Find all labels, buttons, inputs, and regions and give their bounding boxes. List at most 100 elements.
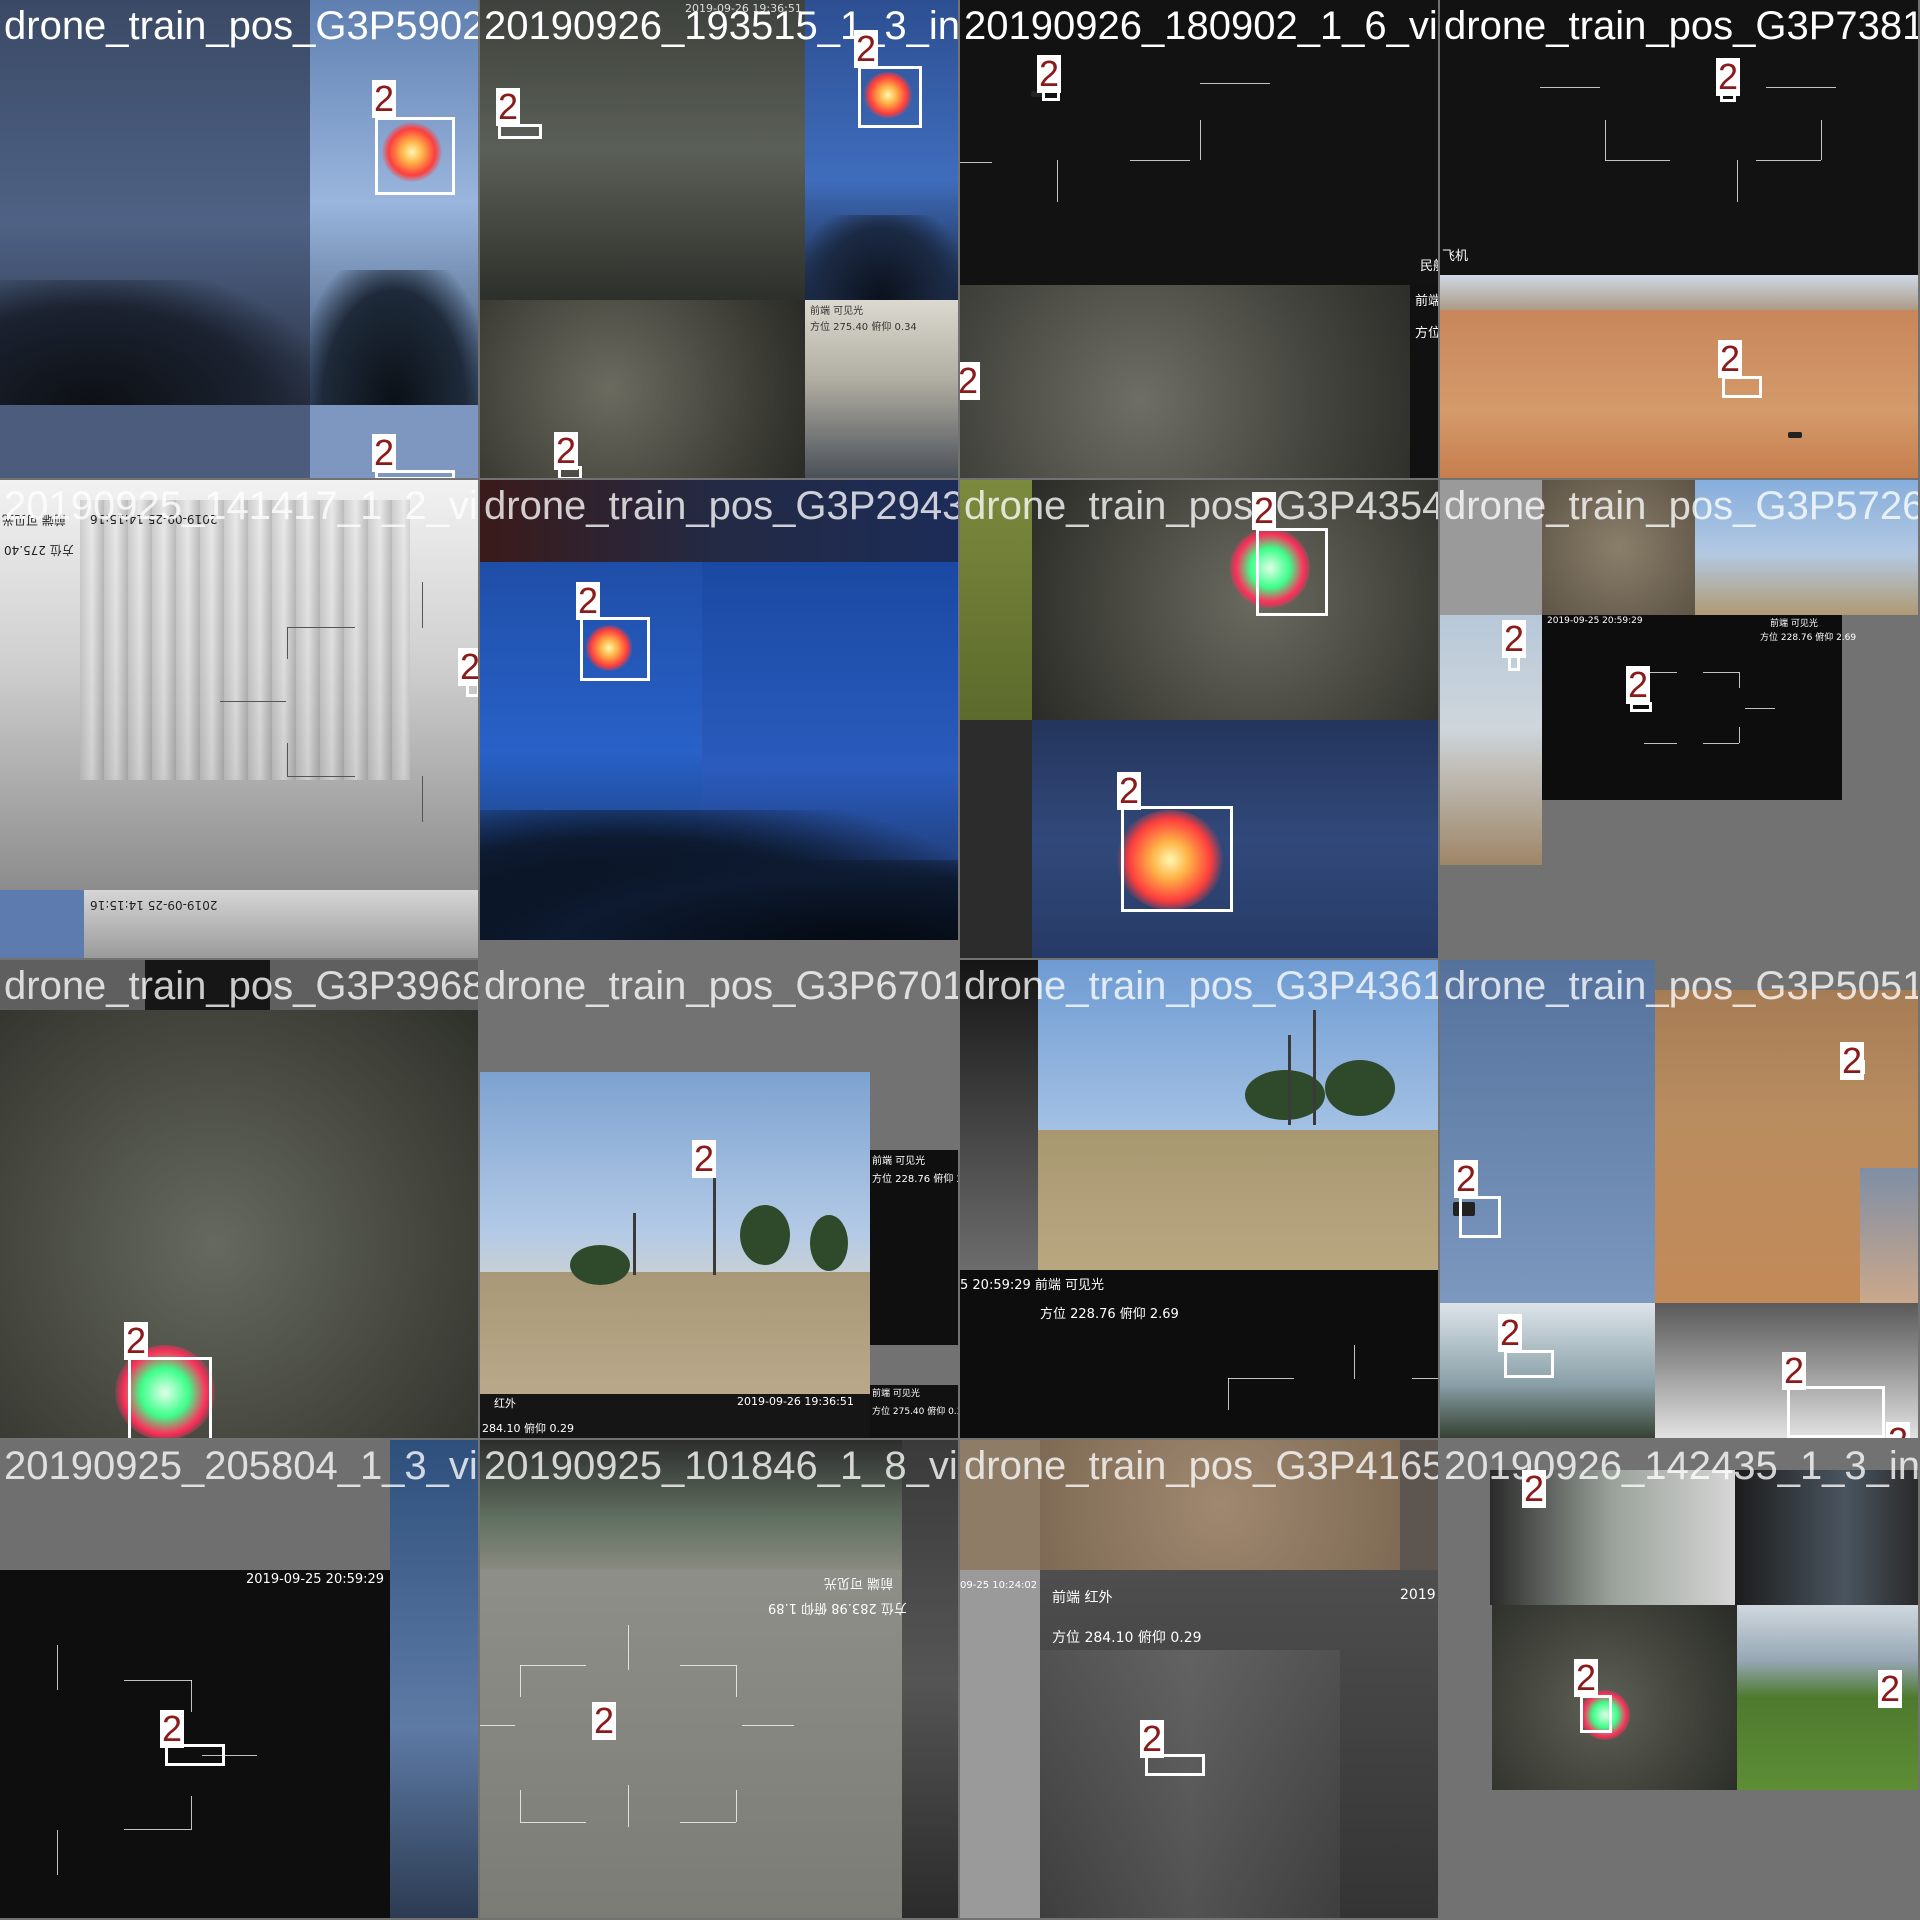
tile-title: drone_train_pos_G3P57267.jpg: [1444, 484, 1918, 528]
reticle-line: [191, 1680, 192, 1712]
osd-angle-text: 方位 228.76 俯仰 2.69: [1040, 1307, 1179, 1322]
thermal-plume: [1040, 1650, 1340, 1918]
park-ground-image: [480, 1272, 870, 1394]
reticle-line: [742, 1725, 794, 1726]
drone-bbox: [580, 617, 650, 681]
desert-horizon: [1440, 275, 1918, 315]
reticle-line: [1703, 672, 1739, 673]
reticle-line: [960, 162, 992, 163]
ground-image: [960, 285, 1410, 478]
drone-bbox: [1459, 1196, 1501, 1238]
osd-angle-text: 方位 283.98 俯仰 1.89: [768, 1600, 907, 1615]
class-label: 2: [960, 362, 981, 400]
timestamp-overlay: 2019: [1400, 1587, 1436, 1603]
tile-title: drone_train_pos_G3P43619.jpg: [964, 964, 1438, 1008]
tile-1: 2019-09-26 19:36:51 前端 可见光 方位 275.40 俯仰 …: [480, 0, 958, 478]
class-label: 2: [496, 86, 521, 127]
drone-bbox: [1787, 1386, 1885, 1438]
desert-image: [1860, 1168, 1918, 1303]
park-ground-image: [1038, 1130, 1438, 1270]
ground-image: [480, 300, 805, 478]
tile-12: 2019-09-25 20:59:29 2 20190925_205804_1_…: [0, 1440, 478, 1918]
sky-image: [1440, 960, 1655, 1303]
reticle-line: [1739, 672, 1740, 688]
dark-image: [960, 720, 1032, 958]
reticle-line: [1354, 1345, 1355, 1379]
class-label: 2: [1502, 618, 1527, 659]
class-label: 2: [692, 1138, 717, 1179]
reticle-line: [1756, 160, 1821, 161]
class-label: 2: [1252, 490, 1277, 531]
reticle-line: [1057, 160, 1058, 202]
drone-bbox: [1580, 1695, 1612, 1733]
tile-title: 20190926_142435_1_3_infrared_frame_00003…: [1444, 1444, 1918, 1488]
osd-angle-text: 方位 275.40: [4, 543, 74, 557]
tile-3: 飞机 2 2 drone_train_pos_G3P73814.jpg: [1440, 0, 1918, 478]
ground-image: [0, 1010, 478, 1438]
reticle-line: [480, 1725, 515, 1726]
tile-title: 20190925_101846_1_8_visible_frame_000030…: [484, 1444, 958, 1488]
reticle-line: [57, 1645, 58, 1690]
drone-bbox: [1504, 1350, 1554, 1378]
reticle-line: [1766, 87, 1836, 88]
reticle-line: [287, 627, 288, 659]
night-sky-image: [390, 1440, 478, 1918]
reticle-line: [628, 1625, 629, 1670]
reticle-line: [1739, 727, 1740, 743]
class-label: 2: [554, 430, 579, 471]
timestamp-overlay: 2019-09-25 14:15:16: [90, 898, 218, 912]
class-label: 2: [1718, 338, 1743, 379]
osd-angle-text: 方位 228.76 俯仰 2.6: [872, 1174, 958, 1185]
tile-2: 民航 前端 方位 2 2 20190926_180902_1_6_visible…: [960, 0, 1438, 478]
tile-title: 20190926_193515_1_3_infrared_frame_00003…: [484, 4, 958, 48]
tile-6: 2 2 drone_train_pos_G3P43548.jpg: [960, 480, 1438, 958]
drone-bbox: [1722, 376, 1762, 398]
side-image: [902, 1440, 958, 1918]
reticle-line: [1644, 743, 1677, 744]
drone-bbox: [128, 1357, 212, 1438]
tile-title: drone_train_pos_G3P67013.jpg: [484, 964, 958, 1008]
tree-silhouette: [0, 280, 310, 405]
reticle-line: [628, 1785, 629, 1827]
reticle-line: [287, 776, 355, 777]
reticle-line: [124, 1829, 192, 1830]
class-label: 2: [372, 78, 397, 119]
tile-title: drone_train_pos_G3P59025.jpg: [4, 4, 478, 48]
class-label: 2: [1117, 770, 1142, 811]
reticle-line: [520, 1665, 521, 1697]
reticle-line: [287, 627, 355, 628]
tile-5: 2 drone_train_pos_G3P29438.jpg: [480, 480, 958, 958]
class-label: 2: [1878, 1668, 1903, 1709]
dark-sensor-image: [1410, 285, 1438, 478]
drone-bbox: [1256, 528, 1328, 616]
tile-title: drone_train_pos_G3P39682.jpg: [4, 964, 478, 1008]
class-label: 2: [576, 580, 601, 621]
class-label: 2: [854, 28, 879, 69]
class-label: 2: [372, 432, 397, 473]
tile-title: drone_train_pos_G3P29438.jpg: [484, 484, 958, 528]
osd-mode-text: 前端 可见光: [1770, 619, 1818, 629]
drone-bbox: [858, 66, 922, 128]
image-strip: [960, 1570, 1040, 1918]
dark-image: [1735, 1470, 1918, 1605]
building-facade: [80, 500, 410, 780]
reticle-line: [1228, 1378, 1229, 1410]
tile-title: drone_train_pos_G3P73814.jpg: [1444, 4, 1918, 48]
tree: [1325, 1060, 1395, 1116]
drone-bbox: [375, 117, 455, 195]
tree-silhouette: [310, 270, 478, 405]
class-label: 2: [160, 1708, 185, 1749]
osd-mode-text: 前端 可见光: [872, 1389, 920, 1399]
class-label: 2: [1626, 664, 1651, 705]
osd-angle-text: 方位 275.40 俯仰 0.34: [810, 322, 917, 333]
tile-4: 2019-09-25 14:15:16 前端 可见光 方位 275.40 201…: [0, 480, 478, 958]
reticle-line: [1228, 1378, 1294, 1379]
reticle-line: [124, 1680, 192, 1681]
osd-mode-text: 前端 可见光: [810, 306, 864, 317]
tree-silhouette: [805, 215, 958, 300]
timestamp-overlay: 09-25 10:24:02: [960, 1580, 1038, 1591]
class-label: 2: [1454, 1158, 1479, 1199]
reticle-line: [1745, 708, 1775, 709]
reticle-line: [191, 1796, 192, 1829]
osd-text: 前端: [1415, 294, 1438, 309]
